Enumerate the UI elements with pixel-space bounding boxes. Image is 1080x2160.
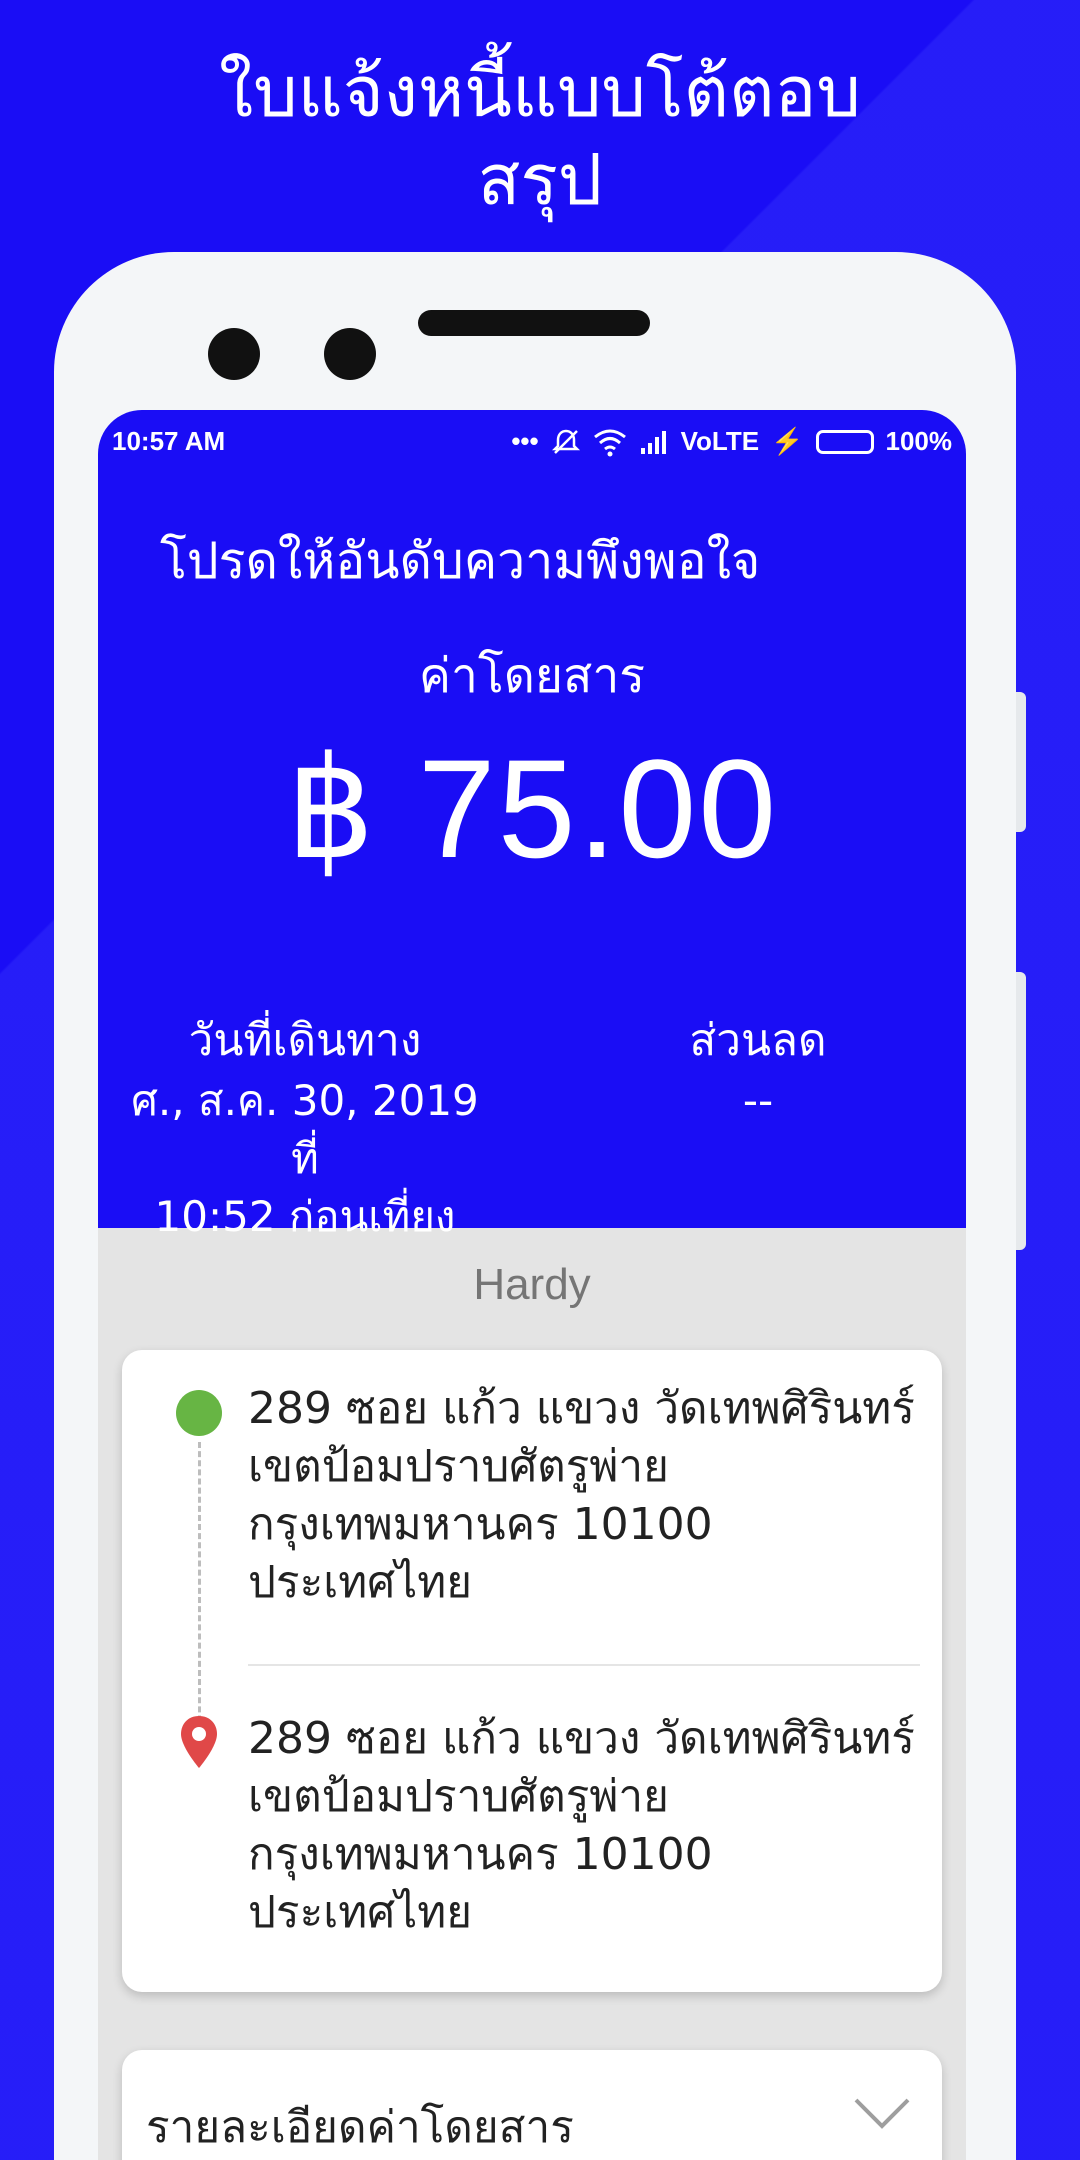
address-divider (248, 1664, 920, 1666)
pickup-address-line2: เขตป้อมปราบศัตรูพ่าย (248, 1441, 669, 1492)
dropoff-address-line2: เขตป้อมปราบศัตรูพ่าย (248, 1771, 669, 1822)
route-card: 289 ซอย แก้ว แขวง วัดเทพศิรินทร์ เขตป้อม… (122, 1350, 942, 1992)
chevron-down-icon[interactable] (852, 2096, 912, 2132)
trip-date-label: วันที่เดินทาง (188, 1015, 422, 1066)
phone-screen: 10:57 AM ••• VoLTE ⚡ 100% โปรดให้อันดับค… (98, 410, 966, 2160)
dropoff-address: 289 ซอย แก้ว แขวง วัดเทพศิรินทร์ เขตป้อม… (248, 1710, 928, 1942)
phone-side-button-bottom (1016, 972, 1026, 1250)
discount-label: ส่วนลด (689, 1015, 827, 1066)
discount-value: -- (742, 1076, 774, 1125)
battery-icon (815, 429, 874, 454)
pickup-address: 289 ซอย แก้ว แขวง วัดเทพศิรินทร์ เขตป้อม… (248, 1380, 928, 1612)
dropoff-address-line3: กรุงเทพมหานคร 10100 (248, 1829, 713, 1880)
dropoff-address-line4: ประเทศไทย (248, 1887, 473, 1938)
pickup-dot-icon (176, 1390, 222, 1436)
dropoff-address-line1: 289 ซอย แก้ว แขวง วัดเทพศิรินทร์ (248, 1713, 915, 1764)
rate-trip-prompt[interactable]: โปรดให้อันดับความพึงพอใจ (160, 522, 760, 601)
trip-summary-panel: 10:57 AM ••• VoLTE ⚡ 100% โปรดให้อันดับค… (98, 410, 966, 1241)
battery-percent: 100% (885, 426, 953, 456)
trip-date-line1: ศ., ส.ค. 30, 2019 ที่ (131, 1076, 479, 1183)
charging-icon: ⚡ (771, 426, 804, 456)
promo-headline: ใบแจ้งหนี้แบบโต้ตอบ สรุป (0, 48, 1080, 224)
driver-name: Hardy (473, 1260, 591, 1309)
fare-details-label: รายละเอียดค่าโดยสาร (146, 2102, 574, 2153)
wifi-icon (593, 429, 626, 456)
signal-icon (640, 430, 666, 454)
network-type: VoLTE (680, 426, 760, 456)
location-pin-icon (181, 1716, 217, 1768)
fare-amount: ฿ 75.00 (285, 730, 779, 887)
status-indicators: ••• VoLTE ⚡ 100% (511, 426, 952, 457)
promo-headline-line2: สรุป (477, 139, 603, 221)
trip-date-column: วันที่เดินทาง ศ., ส.ค. 30, 2019 ที่ 10:5… (122, 1010, 488, 1246)
fare-details-toggle[interactable]: รายละเอียดค่าโดยสาร (122, 2050, 942, 2160)
more-dots-icon: ••• (511, 426, 539, 456)
fare-label: ค่าโดยสาร (418, 648, 646, 704)
pickup-address-line4: ประเทศไทย (248, 1557, 473, 1608)
discount-column: ส่วนลด -- (658, 1010, 858, 1130)
pickup-address-line1: 289 ซอย แก้ว แขวง วัดเทพศิรินทร์ (248, 1383, 915, 1434)
route-dashed-line (198, 1442, 201, 1758)
mute-bell-icon (551, 429, 580, 454)
trip-date-line2: 10:52 ก่อนเที่ยง (154, 1192, 456, 1241)
phone-camera-left (208, 328, 260, 380)
phone-camera-right (324, 328, 376, 380)
status-bar: 10:57 AM ••• VoLTE ⚡ 100% (98, 410, 966, 472)
phone-side-button-top (1016, 692, 1026, 832)
pickup-address-line3: กรุงเทพมหานคร 10100 (248, 1499, 713, 1550)
phone-speaker (418, 310, 650, 336)
status-time: 10:57 AM (112, 426, 226, 456)
promo-headline-line1: ใบแจ้งหนี้แบบโต้ตอบ (219, 51, 861, 133)
